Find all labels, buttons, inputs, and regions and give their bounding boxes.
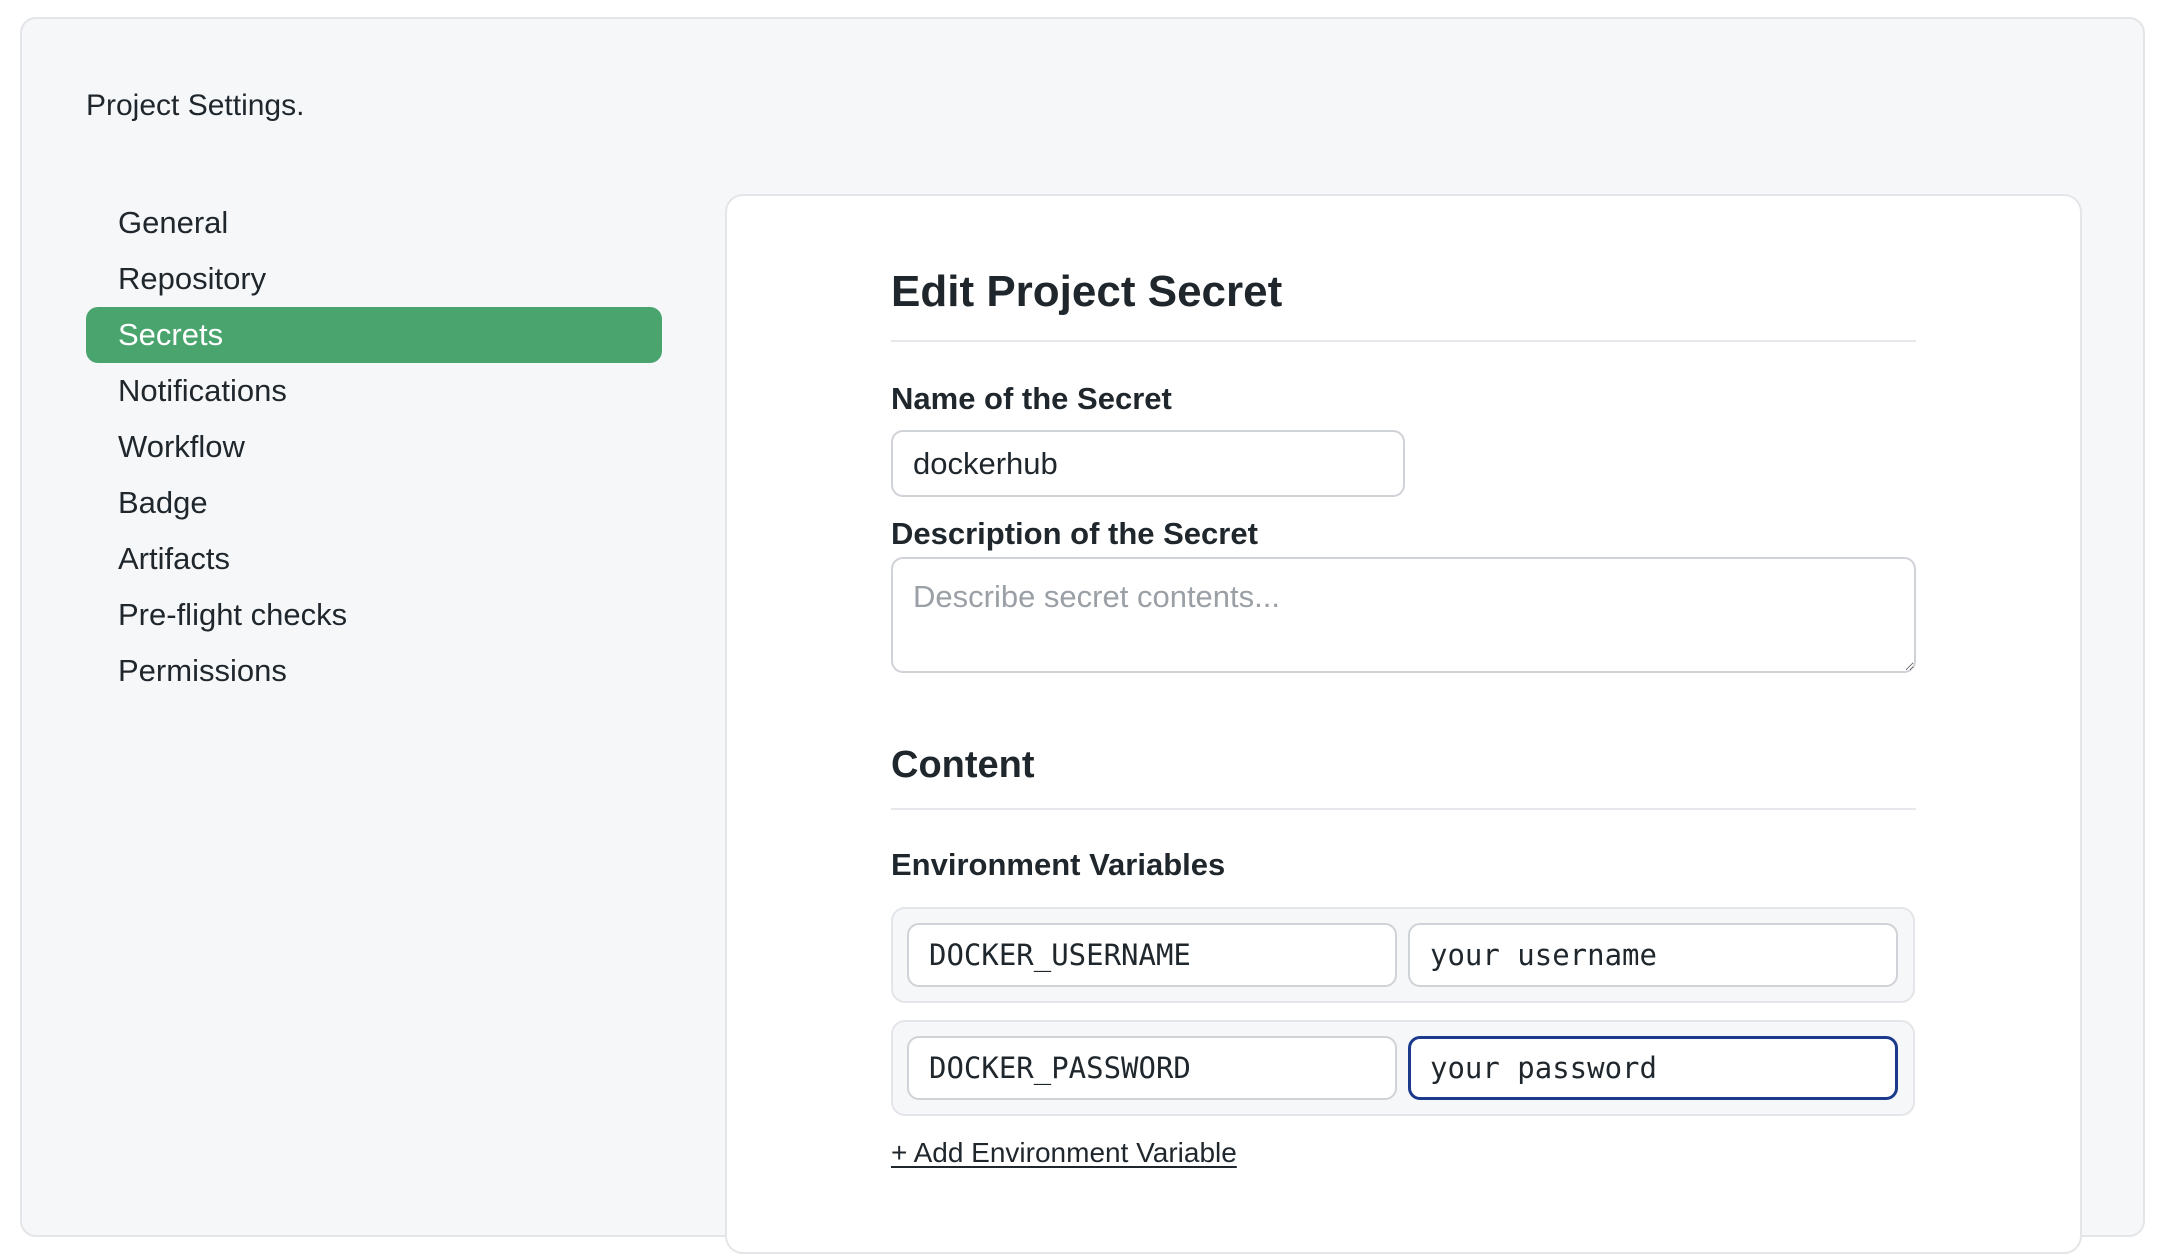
heading-divider [891,340,1916,342]
env-var-row [891,907,1915,1003]
settings-sidebar: General Repository Secrets Notifications… [86,195,662,699]
env-var-key-input[interactable] [907,923,1397,987]
page-title: Project Settings. [86,89,305,122]
content-divider [891,808,1916,810]
sidebar-item-permissions[interactable]: Permissions [86,643,662,699]
sidebar-item-repository[interactable]: Repository [86,251,662,307]
secret-description-textarea[interactable] [891,557,1916,673]
form-heading: Edit Project Secret [891,267,1283,316]
sidebar-item-workflow[interactable]: Workflow [86,419,662,475]
sidebar-item-badge[interactable]: Badge [86,475,662,531]
secret-name-input[interactable] [891,430,1405,497]
content-heading: Content [891,744,1035,786]
add-env-var-link[interactable]: + Add Environment Variable [891,1135,1237,1171]
description-label: Description of the Secret [891,516,1258,551]
env-var-row [891,1020,1915,1116]
name-label: Name of the Secret [891,381,1172,416]
env-var-key-input[interactable] [907,1036,1397,1100]
sidebar-item-secrets[interactable]: Secrets [86,307,662,363]
env-vars-label: Environment Variables [891,847,1226,882]
env-var-value-input[interactable] [1408,923,1898,987]
sidebar-item-general[interactable]: General [86,195,662,251]
env-var-value-input[interactable] [1408,1036,1898,1100]
sidebar-item-notifications[interactable]: Notifications [86,363,662,419]
sidebar-item-pre-flight-checks[interactable]: Pre-flight checks [86,587,662,643]
sidebar-item-artifacts[interactable]: Artifacts [86,531,662,587]
